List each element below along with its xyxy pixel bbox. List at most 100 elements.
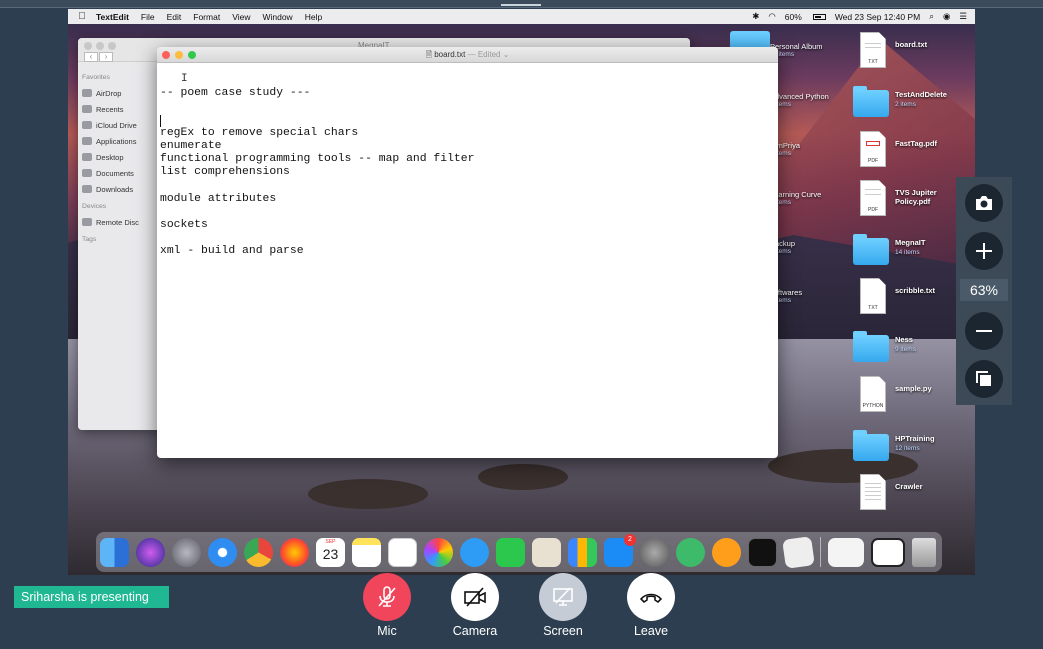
messages-dock-icon[interactable] bbox=[460, 537, 489, 567]
wifi-icon[interactable]: ◠ bbox=[768, 11, 775, 22]
close-button[interactable] bbox=[162, 51, 170, 59]
desktop-item-name: TVS Jupiter Policy.pdf bbox=[895, 188, 937, 206]
edited-indicator[interactable]: — Edited ⌄ bbox=[468, 50, 510, 59]
desktop-item[interactable]: TXT scribble.txt bbox=[853, 278, 973, 322]
system-preferences-dock-icon[interactable] bbox=[640, 537, 669, 567]
safari-dock-icon[interactable] bbox=[208, 537, 237, 567]
menu-window[interactable]: Window bbox=[262, 12, 292, 22]
copy-icon bbox=[976, 371, 991, 386]
sidebar-item-remote-disc[interactable]: Remote Disc bbox=[82, 214, 154, 230]
sidebar-item-recents[interactable]: Recents bbox=[82, 101, 154, 117]
desktop-item[interactable]: Ness 9 items bbox=[853, 327, 973, 371]
menubar-datetime[interactable]: Wed 23 Sep 12:40 PM bbox=[835, 12, 920, 22]
camera-button[interactable] bbox=[451, 573, 499, 621]
sidebar-item-desktop[interactable]: Desktop bbox=[82, 149, 154, 165]
finder-minimize-button[interactable] bbox=[96, 42, 104, 50]
mic-off-icon bbox=[378, 586, 396, 607]
mouse-pointer: I bbox=[181, 73, 188, 85]
minimized-window-thumbnail[interactable] bbox=[828, 537, 864, 567]
battery-percent: 60% bbox=[784, 11, 802, 22]
text-line: list comprehensions bbox=[160, 166, 290, 179]
screen-share-button[interactable] bbox=[539, 573, 587, 621]
numbers-dock-icon[interactable] bbox=[568, 537, 597, 567]
battery-icon[interactable] bbox=[812, 13, 826, 20]
launchpad-dock-icon[interactable] bbox=[172, 537, 201, 567]
sidebar-item-airdrop[interactable]: AirDrop bbox=[82, 85, 154, 101]
trash-dock-icon[interactable] bbox=[912, 537, 936, 567]
zoom-in-button[interactable] bbox=[965, 232, 1003, 270]
chrome-dock-icon[interactable] bbox=[244, 537, 273, 567]
finder-close-button[interactable] bbox=[84, 42, 92, 50]
wallpaper-rock bbox=[308, 479, 428, 509]
screen-share-off-icon bbox=[553, 587, 573, 606]
zoom-out-button[interactable] bbox=[965, 312, 1003, 350]
facetime-dock-icon[interactable] bbox=[496, 537, 525, 567]
apple-icon[interactable]:  bbox=[68, 11, 96, 22]
text-area[interactable]: I -- poem case study --- regEx to remove… bbox=[157, 63, 778, 458]
preview-dock-icon[interactable] bbox=[532, 537, 561, 567]
folder-icon bbox=[853, 86, 889, 117]
fit-screen-button[interactable] bbox=[965, 360, 1003, 398]
spotlight-search-icon[interactable]: ⌕ bbox=[929, 11, 934, 22]
mic-control[interactable]: Mic bbox=[347, 573, 427, 638]
desktop-item[interactable]: HPTraining 12 items bbox=[853, 426, 973, 470]
desktop-item-count: 9 items bbox=[895, 346, 916, 353]
leave-control[interactable]: Leave bbox=[611, 573, 691, 638]
minimize-button[interactable] bbox=[175, 51, 183, 59]
menu-edit[interactable]: Edit bbox=[167, 12, 182, 22]
firefox-dock-icon[interactable] bbox=[280, 537, 309, 567]
text-line bbox=[160, 113, 474, 126]
bluetooth-icon[interactable]: ✱ bbox=[752, 11, 759, 22]
leave-label: Leave bbox=[633, 624, 669, 638]
textedit-dock-icon[interactable] bbox=[782, 535, 815, 569]
photos-dock-icon[interactable] bbox=[424, 537, 453, 567]
calendar-dock-icon[interactable]: SEP 23 bbox=[316, 537, 345, 567]
desktop-item[interactable]: TestAndDelete 2 items bbox=[853, 82, 973, 126]
app-store-dock-icon[interactable]: 2 bbox=[604, 533, 636, 567]
finder-dock-icon[interactable] bbox=[100, 537, 129, 567]
text-line: regEx to remove special chars bbox=[160, 126, 359, 139]
sidebar-item-icloud-drive[interactable]: iCloud Drive bbox=[82, 117, 154, 133]
mic-button[interactable] bbox=[363, 573, 411, 621]
drag-handle[interactable] bbox=[501, 4, 541, 6]
desktop-item[interactable]: MegnaIT 14 items bbox=[853, 230, 973, 274]
desktop-item[interactable]: Advanced Python 8 items bbox=[770, 92, 829, 108]
forward-button[interactable]: › bbox=[99, 52, 113, 62]
menu-help[interactable]: Help bbox=[305, 12, 322, 22]
desktop-item[interactable]: TXT board.txt bbox=[853, 32, 973, 76]
sidebar-item-documents[interactable]: Documents bbox=[82, 165, 154, 181]
mic-label: Mic bbox=[377, 624, 397, 638]
desktop-item[interactable]: PDF FastTag.pdf bbox=[853, 131, 973, 175]
text-line bbox=[160, 206, 474, 219]
notification-center-icon[interactable]: ☰ bbox=[959, 11, 967, 22]
notes-dock-icon[interactable] bbox=[352, 537, 381, 567]
textedit-titlebar[interactable]: 🗎 board.txt — Edited ⌄ bbox=[157, 47, 778, 63]
desktop-item[interactable]: Crawler bbox=[853, 474, 973, 518]
zoom-button[interactable] bbox=[188, 51, 196, 59]
menu-file[interactable]: File bbox=[141, 12, 155, 22]
sidebar-item-downloads[interactable]: Downloads bbox=[82, 181, 154, 197]
minimized-window-thumbnail[interactable] bbox=[871, 537, 905, 567]
menu-view[interactable]: View bbox=[232, 12, 250, 22]
terminal-dock-icon[interactable] bbox=[748, 537, 777, 567]
desktop-item[interactable]: PYTHON sample.py bbox=[853, 376, 973, 420]
camera-control[interactable]: Camera bbox=[435, 573, 515, 638]
document-title: board.txt bbox=[434, 50, 466, 59]
sublime-dock-icon[interactable] bbox=[712, 537, 741, 567]
screenshot-button[interactable] bbox=[965, 184, 1003, 222]
back-button[interactable]: ‹ bbox=[84, 52, 98, 62]
finder-zoom-button[interactable] bbox=[108, 42, 116, 50]
desktop-item[interactable]: PDF TVS Jupiter Policy.pdf bbox=[853, 180, 973, 224]
siri-icon[interactable]: ◉ bbox=[943, 11, 950, 22]
sidebar-item-applications[interactable]: Applications bbox=[82, 133, 154, 149]
siri-dock-icon[interactable] bbox=[136, 537, 165, 567]
reminders-dock-icon[interactable] bbox=[388, 537, 417, 567]
atom-dock-icon[interactable] bbox=[676, 537, 705, 567]
menu-app-name[interactable]: TextEdit bbox=[96, 12, 129, 22]
leave-button[interactable] bbox=[627, 573, 675, 621]
screen-control[interactable]: Screen bbox=[523, 573, 603, 638]
menu-format[interactable]: Format bbox=[193, 12, 220, 22]
text-line: -- poem case study --- bbox=[160, 87, 311, 99]
sidebar-item-label: Downloads bbox=[96, 184, 134, 194]
hang-up-icon bbox=[639, 593, 663, 604]
